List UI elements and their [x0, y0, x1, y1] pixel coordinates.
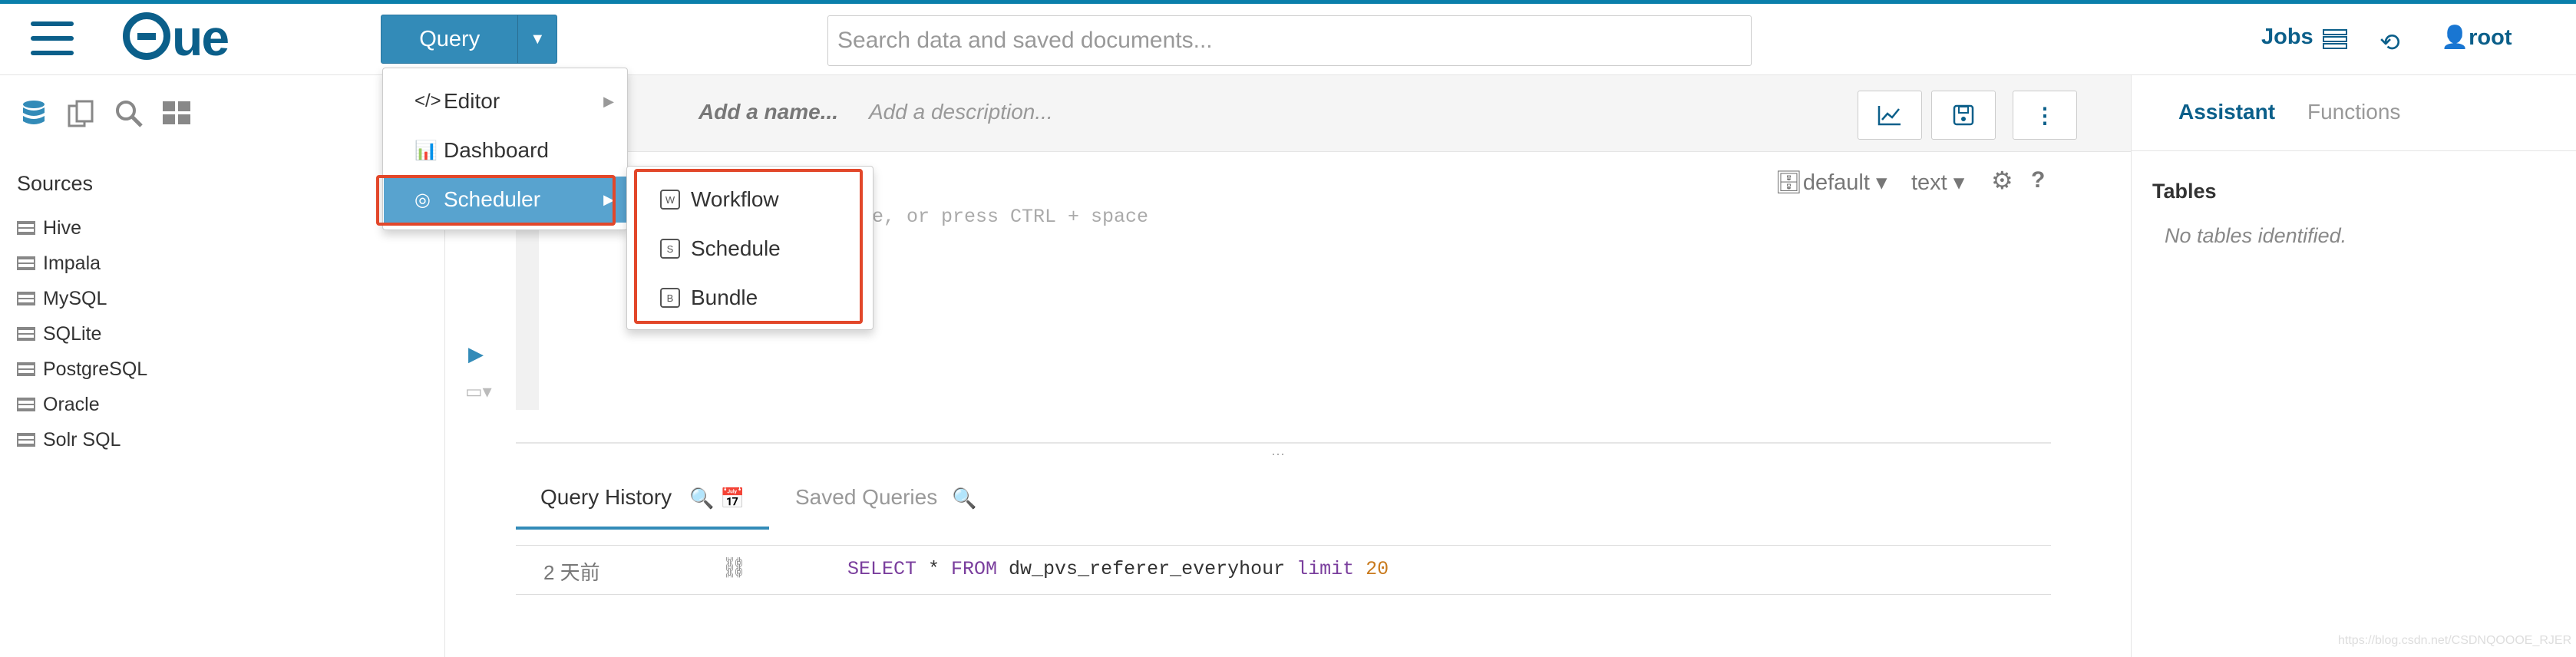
right-panel-divider	[2131, 150, 2576, 151]
more-options-button[interactable]: ⋮	[2013, 91, 2077, 140]
global-search-input[interactable]: Search data and saved documents...	[827, 15, 1752, 66]
sql-keyword: SELECT	[847, 558, 917, 580]
jobs-link[interactable]: Jobs	[2261, 25, 2313, 50]
table-icon	[17, 362, 35, 376]
source-item[interactable]: MySQL	[17, 281, 147, 316]
tab-functions[interactable]: Functions	[2307, 100, 2400, 124]
source-item[interactable]: SQLite	[17, 316, 147, 352]
no-tables-message: No tables identified.	[2165, 224, 2347, 247]
chevron-right-icon: ▶	[603, 93, 614, 109]
table-icon	[17, 398, 35, 411]
table-icon	[17, 327, 35, 341]
database-small-icon: 🗄	[1775, 170, 1803, 195]
tables-title: Tables	[2152, 180, 2217, 203]
resize-handle[interactable]: ⋯	[1271, 447, 1286, 463]
active-tab-indicator	[516, 527, 769, 530]
query-button-label[interactable]: Query	[381, 15, 519, 63]
snippet-options-icon[interactable]: ▭▾	[465, 381, 492, 403]
table-icon	[17, 292, 35, 305]
source-label: SQLite	[43, 322, 102, 345]
source-label: Impala	[43, 252, 101, 274]
table-icon	[17, 433, 35, 447]
user-icon: 👤	[2441, 25, 2469, 50]
chart-button[interactable]	[1858, 91, 1922, 140]
source-label: Oracle	[43, 393, 100, 415]
history-bottom-divider	[516, 594, 2051, 595]
query-description-input[interactable]: Add a description...	[869, 100, 1053, 124]
source-label: PostgreSQL	[43, 358, 148, 380]
source-label: MySQL	[43, 287, 107, 309]
query-button[interactable]: Query ▼	[381, 15, 557, 64]
highlight-box-scheduler	[376, 175, 616, 226]
sql-keyword: limit	[1296, 558, 1355, 580]
settings-gear-icon[interactable]: ⚙	[1991, 166, 2013, 195]
highlight-box-submenu	[634, 169, 863, 324]
table-icon	[17, 221, 35, 235]
search-icon[interactable]: 🔍	[952, 487, 976, 510]
user-menu[interactable]: 👤root	[2441, 25, 2512, 51]
apps-grid-icon[interactable]	[161, 98, 195, 132]
sql-text: *	[916, 558, 952, 580]
documents-icon[interactable]	[66, 98, 100, 132]
type-value: text	[1911, 170, 1947, 195]
source-item[interactable]: Impala	[17, 246, 147, 281]
search-icon[interactable]: 🔍	[689, 487, 714, 510]
tab-query-history-label: Query History	[540, 485, 672, 509]
history-icon[interactable]: ⟲	[2379, 28, 2400, 57]
run-play-icon[interactable]: ▶	[468, 342, 484, 366]
menu-item-editor[interactable]: </> Editor ▶	[384, 78, 626, 124]
hue-logo[interactable]: ue	[123, 11, 230, 64]
tab-saved-queries-label: Saved Queries	[795, 485, 938, 509]
sql-text: dw_pvs_referer_everyhour	[997, 558, 1297, 580]
source-label: Hive	[43, 216, 82, 239]
sql-keyword: FROM	[951, 558, 998, 580]
chevron-down-icon[interactable]: ▼	[518, 15, 556, 63]
dashboard-icon: 📊	[414, 140, 438, 161]
sources-title: Sources	[17, 172, 94, 195]
calendar-clear-icon[interactable]: 📅	[720, 487, 745, 510]
type-selector[interactable]: text ▾	[1911, 169, 1964, 196]
source-item[interactable]: Hive	[17, 210, 147, 246]
sql-number: 20	[1354, 558, 1389, 580]
code-icon: </>	[414, 91, 441, 111]
tab-assistant[interactable]: Assistant	[2178, 100, 2275, 124]
tab-saved-queries[interactable]: Saved Queries	[795, 485, 937, 510]
search-zoom-icon[interactable]	[114, 98, 147, 132]
caret-down-icon: ▾	[1869, 170, 1887, 195]
database-icon[interactable]	[18, 98, 52, 132]
history-sql[interactable]: SELECT * FROM dw_pvs_referer_everyhour l…	[847, 558, 1389, 580]
save-button[interactable]	[1931, 91, 1996, 140]
history-top-divider	[516, 545, 2051, 546]
watermark: https://blog.csdn.net/CSDNQOOOE_RJER	[2338, 634, 2572, 647]
editor-divider	[516, 442, 2051, 444]
unlink-icon[interactable]: ⛓	[722, 556, 747, 579]
save-icon	[1953, 104, 1974, 126]
menu-item-dashboard[interactable]: 📊 Dashboard	[384, 127, 626, 173]
tab-query-history[interactable]: Query History	[540, 485, 672, 510]
database-value: default	[1802, 170, 1870, 195]
editor-placeholder[interactable]: ame, or press CTRL + space	[849, 206, 1148, 228]
help-icon[interactable]: ?	[2031, 167, 2045, 193]
hamburger-menu-icon[interactable]	[31, 21, 74, 55]
sources-list: Hive Impala MySQL SQLite PostgreSQL Orac…	[17, 210, 147, 457]
menu-item-label: Editor	[444, 89, 500, 113]
source-item[interactable]: PostgreSQL	[17, 352, 147, 387]
source-label: Solr SQL	[43, 428, 121, 451]
user-name: root	[2469, 25, 2512, 50]
source-item[interactable]: Solr SQL	[17, 422, 147, 457]
menu-item-label: Dashboard	[444, 138, 549, 162]
query-name-input[interactable]: Add a name...	[698, 100, 838, 124]
source-item[interactable]: Oracle	[17, 387, 147, 422]
right-assist-panel	[2131, 75, 2576, 657]
table-icon	[17, 256, 35, 270]
database-selector[interactable]: 🗄default ▾	[1775, 169, 1887, 196]
history-time: 2 天前	[543, 561, 600, 584]
vertical-dots-icon: ⋮	[2034, 103, 2056, 127]
line-chart-icon	[1878, 106, 1901, 126]
caret-down-icon: ▾	[1947, 170, 1965, 195]
jobs-icon[interactable]	[2323, 29, 2347, 49]
